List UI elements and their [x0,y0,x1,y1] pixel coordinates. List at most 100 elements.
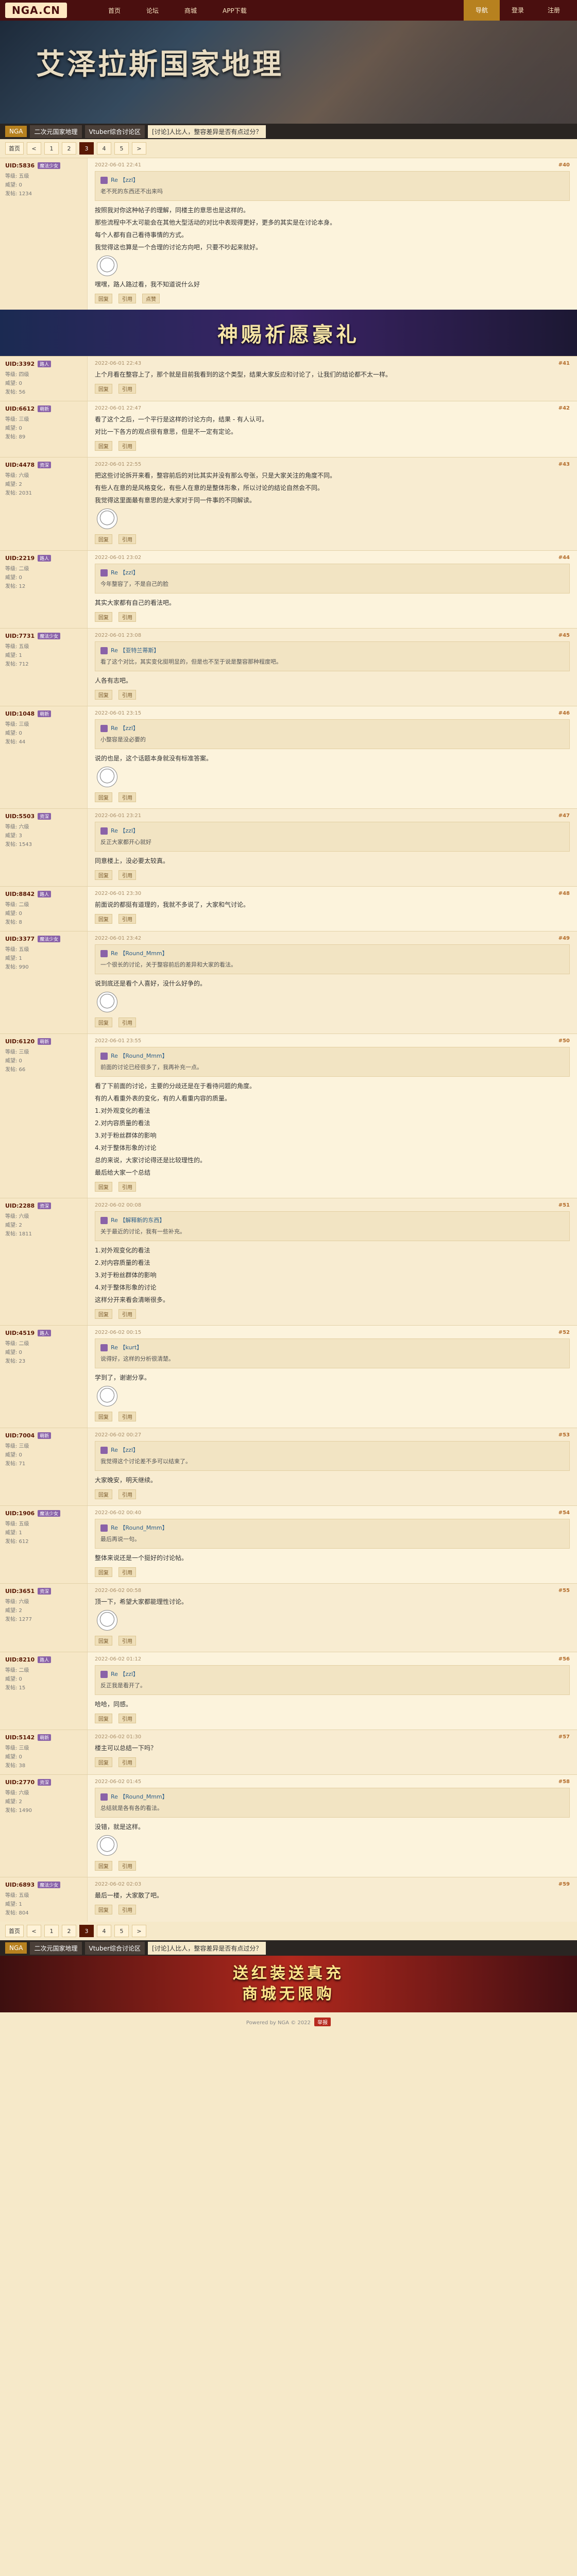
breadcrumb-item[interactable]: 二次元国家地理 [30,1941,82,1955]
author-uid[interactable]: UID:2288 [5,1202,35,1209]
author-uid[interactable]: UID:4519 [5,1330,35,1336]
post-floor[interactable]: #55 [558,1588,570,1594]
quote-user[interactable]: Re 【Round_Mmm】 [111,1792,168,1802]
pager-item[interactable]: 4 [97,1925,111,1937]
quote-user[interactable]: Re 【zzl】 [111,568,139,578]
pager-item[interactable]: 首页 [5,1925,24,1937]
breadcrumb-item[interactable]: Vtuber综合讨论区 [84,1941,145,1955]
post-floor[interactable]: #48 [558,891,570,896]
post-action-button[interactable]: 回复 [95,1905,112,1914]
pager-item[interactable]: > [132,142,146,155]
author-uid[interactable]: UID:6612 [5,405,35,412]
post-action-button[interactable]: 引用 [118,1489,136,1499]
post-action-button[interactable]: 引用 [118,690,136,700]
post-action-button[interactable]: 引用 [118,384,136,394]
site-logo[interactable]: NGA.CN [5,3,67,18]
post-action-button[interactable]: 引用 [118,294,136,303]
post-floor[interactable]: #50 [558,1038,570,1044]
nav-link[interactable]: 首页 [108,6,121,15]
author-uid[interactable]: UID:5503 [5,813,35,820]
author-uid[interactable]: UID:8842 [5,891,35,897]
pager-item[interactable]: < [27,142,41,155]
post-action-button[interactable]: 回复 [95,1757,112,1767]
post-action-button[interactable]: 回复 [95,534,112,544]
post-floor[interactable]: #58 [558,1779,570,1785]
author-uid[interactable]: UID:2770 [5,1779,35,1786]
pager-item[interactable]: < [27,1925,41,1937]
breadcrumb-item[interactable]: [讨论]人比人，整容差异是否有点过分？ [147,125,266,138]
post-action-button[interactable]: 回复 [95,612,112,622]
pager-item[interactable]: 4 [97,142,111,155]
breadcrumb-item[interactable]: Vtuber综合讨论区 [84,125,145,138]
post-action-button[interactable]: 引用 [118,1757,136,1767]
post-floor[interactable]: #47 [558,813,570,819]
post-floor[interactable]: #51 [558,1202,570,1208]
quote-user[interactable]: Re 【亚特兰蒂斯】 [111,646,159,655]
post-floor[interactable]: #59 [558,1882,570,1887]
post-floor[interactable]: #49 [558,936,570,941]
pager-item[interactable]: 1 [44,142,59,155]
author-uid[interactable]: UID:5142 [5,1734,35,1741]
post-floor[interactable]: #45 [558,633,570,638]
breadcrumb-item[interactable]: NGA [5,1942,27,1954]
nav-link[interactable]: 论坛 [146,6,159,15]
post-action-button[interactable]: 引用 [118,1182,136,1192]
pager-item[interactable]: 1 [44,1925,59,1937]
author-uid[interactable]: UID:1048 [5,710,35,717]
quote-user[interactable]: Re 【zzl】 [111,1446,139,1455]
breadcrumb-item[interactable]: NGA [5,126,27,137]
breadcrumb-item[interactable]: [讨论]人比人，整容差异是否有点过分？ [147,1941,266,1955]
pager-item[interactable]: 5 [114,142,129,155]
author-uid[interactable]: UID:5836 [5,162,35,169]
post-action-button[interactable]: 回复 [95,1714,112,1723]
post-action-button[interactable]: 引用 [118,792,136,802]
nav-link[interactable]: 商城 [184,6,197,15]
post-action-button[interactable]: 回复 [95,384,112,394]
post-action-button[interactable]: 回复 [95,1567,112,1577]
quote-user[interactable]: Re 【zzl】 [111,724,139,733]
pager-item[interactable]: > [132,1925,146,1937]
author-uid[interactable]: UID:3392 [5,361,35,367]
post-floor[interactable]: #52 [558,1330,570,1335]
post-floor[interactable]: #44 [558,555,570,561]
author-uid[interactable]: UID:6893 [5,1882,35,1888]
pager-item[interactable]: 3 [79,142,94,155]
post-floor[interactable]: #43 [558,462,570,467]
pager-item[interactable]: 首页 [5,142,24,155]
author-uid[interactable]: UID:8210 [5,1656,35,1663]
post-action-button[interactable]: 回复 [95,690,112,700]
post-action-button[interactable]: 回复 [95,792,112,802]
pager-item[interactable]: 2 [62,142,76,155]
post-floor[interactable]: #57 [558,1734,570,1740]
quote-user[interactable]: Re 【zzl】 [111,826,139,836]
post-action-button[interactable]: 点赞 [142,294,160,303]
post-action-button[interactable]: 回复 [95,1182,112,1192]
post-floor[interactable]: #53 [558,1432,570,1438]
author-uid[interactable]: UID:2219 [5,555,35,562]
post-action-button[interactable]: 回复 [95,1412,112,1421]
top-right-link[interactable]: 注册 [536,0,572,21]
post-action-button[interactable]: 引用 [118,914,136,924]
post-action-button[interactable]: 回复 [95,870,112,880]
author-uid[interactable]: UID:7004 [5,1432,35,1439]
post-action-button[interactable]: 回复 [95,1861,112,1871]
post-action-button[interactable]: 回复 [95,1309,112,1319]
quote-user[interactable]: Re 【zzl】 [111,1670,139,1679]
pager-item[interactable]: 5 [114,1925,129,1937]
quote-user[interactable]: Re 【zzl】 [111,176,139,185]
post-action-button[interactable]: 引用 [118,1567,136,1577]
post-action-button[interactable]: 引用 [118,1412,136,1421]
post-action-button[interactable]: 引用 [118,1636,136,1646]
post-action-button[interactable]: 引用 [118,612,136,622]
author-uid[interactable]: UID:3651 [5,1588,35,1595]
author-uid[interactable]: UID:3377 [5,936,35,942]
post-action-button[interactable]: 引用 [118,870,136,880]
post-floor[interactable]: #41 [558,361,570,366]
quote-user[interactable]: Re 【kurt】 [111,1343,142,1352]
pager-item[interactable]: 2 [62,1925,76,1937]
post-action-button[interactable]: 回复 [95,1489,112,1499]
post-action-button[interactable]: 回复 [95,1636,112,1646]
quote-user[interactable]: Re 【Round_Mmm】 [111,1523,168,1533]
nav-link[interactable]: APP下载 [223,6,247,15]
ad-banner-1[interactable]: 神赐祈愿豪礼 [0,310,577,356]
